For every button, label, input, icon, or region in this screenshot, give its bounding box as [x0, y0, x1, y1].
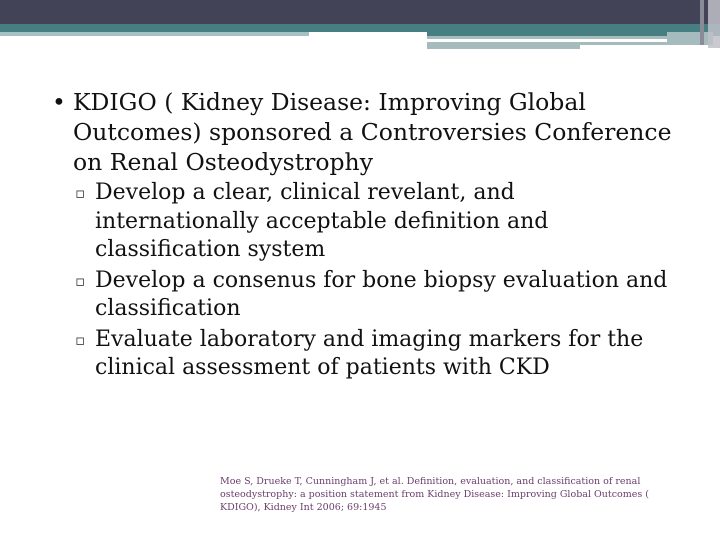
bullet-item: • KDIGO ( Kidney Disease: Improving Globa…	[52, 87, 672, 177]
citation: Moe S, Drueke T, Cunningham J, et al. De…	[220, 476, 649, 513]
square-bullet-icon: ▫	[75, 184, 86, 202]
header-teal-bar	[0, 24, 720, 32]
bullet-text: KDIGO ( Kidney Disease: Improving Global…	[73, 88, 672, 176]
square-bullet-icon: ▫	[75, 271, 86, 290]
header-accent-line	[667, 32, 713, 42]
sub-bullet-item: ▫ Develop a consenus for bone biopsy eval…	[52, 267, 672, 324]
header-accent-line	[580, 42, 713, 45]
bullet-icon: •	[52, 88, 66, 116]
header-accent-line	[0, 32, 309, 36]
slide-body: • KDIGO ( Kidney Disease: Improving Globa…	[52, 87, 672, 383]
sub-bullet-item: ▫ Evaluate laboratory and imaging markers…	[52, 326, 672, 383]
sub-bullet-text: Develop a clear, clinical revelant, and …	[95, 180, 549, 262]
sub-bullet-item: ▫ Develop a clear, clinical revelant, and…	[52, 179, 672, 265]
square-bullet-icon: ▫	[75, 330, 86, 349]
sub-bullet-text: Evaluate laboratory and imaging markers …	[95, 326, 644, 381]
header-accent-line	[427, 42, 580, 49]
header-accent-line	[708, 0, 720, 48]
header-bar	[0, 0, 720, 24]
sub-bullet-text: Develop a consenus for bone biopsy evalu…	[95, 267, 668, 322]
header-accent-line	[427, 36, 667, 39]
header-accent-line	[700, 0, 704, 45]
